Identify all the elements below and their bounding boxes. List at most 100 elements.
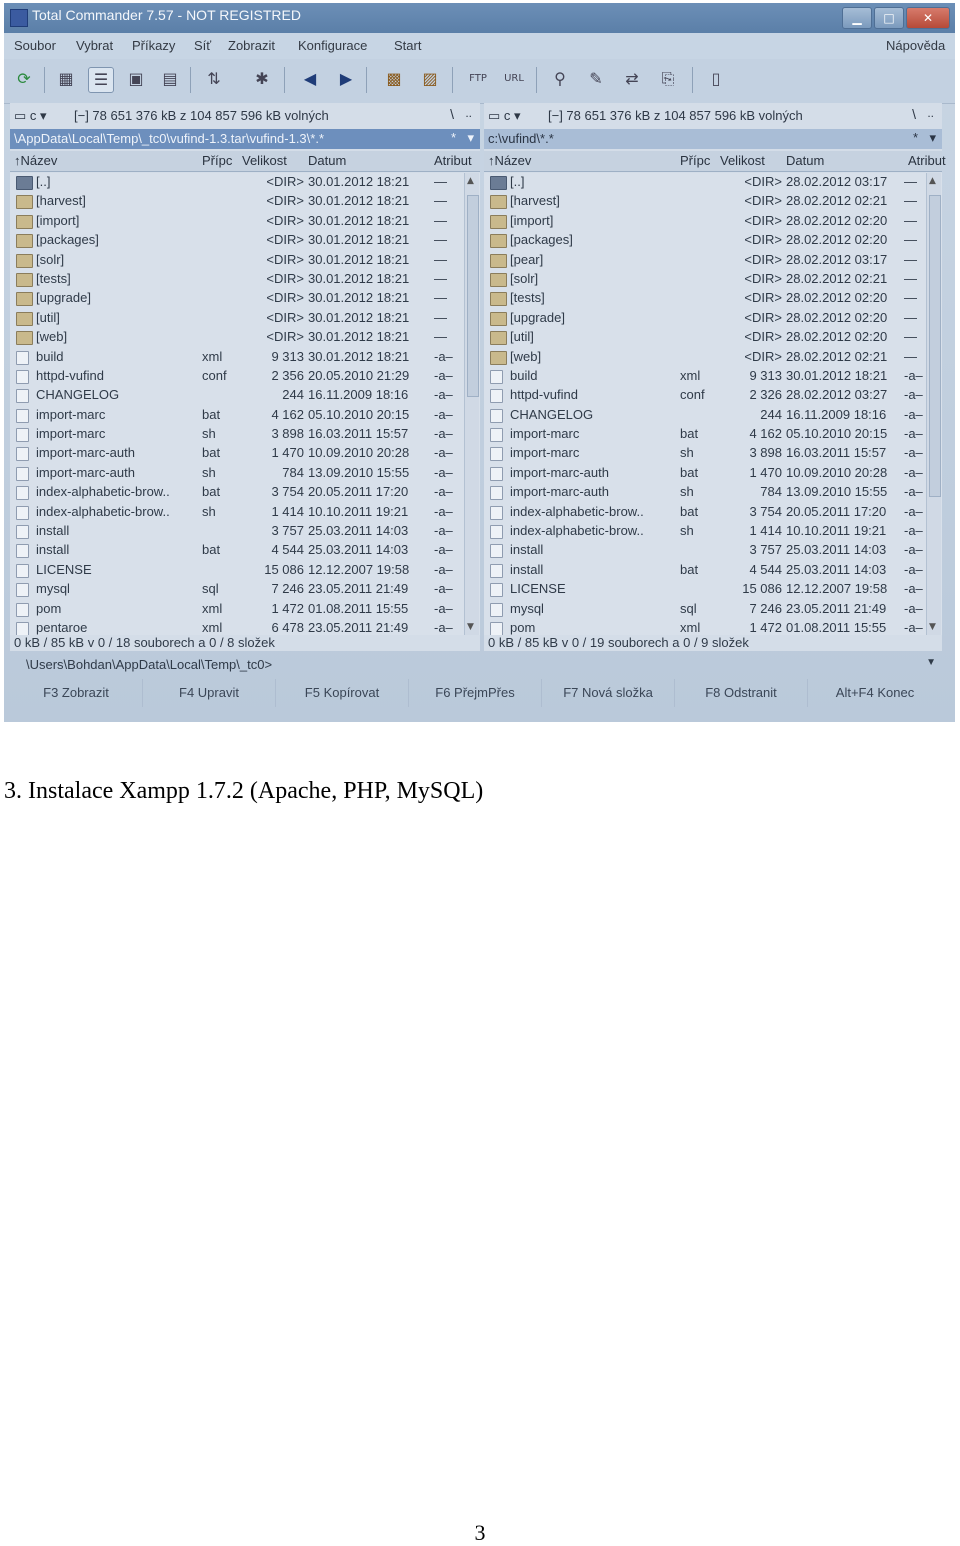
col-ext[interactable]: Přípc bbox=[680, 153, 710, 168]
col-date[interactable]: Datum bbox=[786, 153, 824, 168]
file-row[interactable]: [harvest] <DIR> 30.01.2012 18:21 — bbox=[10, 192, 480, 211]
col-name[interactable]: ↑Název bbox=[14, 153, 57, 168]
file-row[interactable]: [util] <DIR> 30.01.2012 18:21 — bbox=[10, 309, 480, 328]
left-scrollbar[interactable]: ▲ ▼ bbox=[464, 173, 479, 635]
col-date[interactable]: Datum bbox=[308, 153, 346, 168]
f6-move-button[interactable]: F6 PřejmPřes bbox=[409, 679, 542, 707]
left-root-button[interactable]: \ bbox=[450, 106, 454, 122]
file-row[interactable]: install 3 757 25.03.2011 14:03 -a– bbox=[10, 522, 480, 541]
file-row[interactable]: [web] <DIR> 30.01.2012 18:21 — bbox=[10, 328, 480, 347]
unpack-icon[interactable]: ▨ bbox=[418, 67, 442, 91]
file-row[interactable]: [web] <DIR> 28.02.2012 02:21 — bbox=[484, 348, 942, 367]
left-history-button[interactable]: * bbox=[451, 130, 456, 145]
file-row[interactable]: [solr] <DIR> 28.02.2012 02:21 — bbox=[484, 270, 942, 289]
menu-konfigurace[interactable]: Konfigurace bbox=[298, 38, 367, 53]
right-up-button[interactable]: .. bbox=[927, 106, 934, 120]
file-row[interactable]: LICENSE 15 086 12.12.2007 19:58 -a– bbox=[484, 580, 942, 599]
f5-copy-button[interactable]: F5 Kopírovat bbox=[276, 679, 409, 707]
file-row[interactable]: import-marc sh 3 898 16.03.2011 15:57 -a– bbox=[484, 444, 942, 463]
f3-view-button[interactable]: F3 Zobrazit bbox=[10, 679, 143, 707]
refresh-icon[interactable]: ⟳ bbox=[12, 67, 36, 91]
ftp-connect-icon[interactable]: FTP bbox=[466, 67, 490, 91]
col-attr[interactable]: Atribut bbox=[908, 153, 946, 168]
tree-view-icon[interactable]: ▤ bbox=[158, 67, 182, 91]
file-row[interactable]: index-alphabetic-brow.. bat 3 754 20.05.201… bbox=[484, 503, 942, 522]
right-drive-select[interactable]: ▭ c ▾ bbox=[488, 108, 521, 124]
left-path-bar[interactable]: \AppData\Local\Temp\_tc0\vufind-1.3.tar\… bbox=[10, 129, 480, 149]
right-history-button[interactable]: * bbox=[913, 130, 918, 145]
scroll-down-icon[interactable]: ▼ bbox=[929, 622, 936, 632]
right-scroll-thumb[interactable] bbox=[929, 195, 941, 497]
col-ext[interactable]: Přípc bbox=[202, 153, 232, 168]
left-file-list[interactable]: [..] <DIR> 30.01.2012 18:21— [harvest] <DIR>… bbox=[10, 173, 480, 635]
file-row[interactable]: [tests] <DIR> 30.01.2012 18:21 — bbox=[10, 270, 480, 289]
file-row[interactable]: import-marc-auth bat 1 470 10.09.2010 20:28… bbox=[484, 464, 942, 483]
menu-napoveda[interactable]: Nápověda bbox=[886, 38, 945, 53]
scroll-up-icon[interactable]: ▲ bbox=[467, 176, 474, 186]
minimize-button[interactable]: ▁ bbox=[842, 7, 872, 29]
f4-edit-button[interactable]: F4 Upravit bbox=[143, 679, 276, 707]
right-path-bar[interactable]: c:\vufind\*.* * ▾ bbox=[484, 129, 942, 149]
right-root-button[interactable]: \ bbox=[912, 106, 916, 122]
file-row[interactable]: index-alphabetic-brow.. sh 1 414 10.10.2011… bbox=[484, 522, 942, 541]
file-row[interactable]: [import] <DIR> 30.01.2012 18:21 — bbox=[10, 212, 480, 231]
file-row[interactable]: pentaroe xml 6 478 23.05.2011 21:49 -a– bbox=[10, 619, 480, 635]
file-row[interactable]: build xml 9 313 30.01.2012 18:21 -a– bbox=[484, 367, 942, 386]
col-attr[interactable]: Atribut bbox=[434, 153, 472, 168]
f8-delete-button[interactable]: F8 Odstranit bbox=[675, 679, 808, 707]
file-row[interactable]: import-marc sh 3 898 16.03.2011 15:57 -a– bbox=[10, 425, 480, 444]
menu-soubor[interactable]: Soubor bbox=[14, 38, 56, 53]
menu-zobrazit[interactable]: Zobrazit bbox=[228, 38, 275, 53]
file-row[interactable]: import-marc bat 4 162 05.10.2010 20:15 -a– bbox=[10, 406, 480, 425]
file-row[interactable]: import-marc-auth sh 784 13.09.2010 15:55 -a– bbox=[484, 483, 942, 502]
file-row[interactable]: CHANGELOG 244 16.11.2009 18:16 -a– bbox=[484, 406, 942, 425]
file-row[interactable]: httpd-vufind conf 2 356 20.05.2010 21:29 -a– bbox=[10, 367, 480, 386]
file-row[interactable]: index-alphabetic-brow.. sh 1 414 10.10.2011… bbox=[10, 503, 480, 522]
sort-icon[interactable]: ⇅ bbox=[202, 67, 226, 91]
file-row[interactable]: pom xml 1 472 01.08.2011 15:55 -a– bbox=[10, 600, 480, 619]
file-row[interactable]: CHANGELOG 244 16.11.2009 18:16 -a– bbox=[10, 386, 480, 405]
scroll-up-icon[interactable]: ▲ bbox=[929, 176, 936, 186]
file-row[interactable]: [harvest] <DIR> 28.02.2012 02:21 — bbox=[484, 192, 942, 211]
file-row[interactable]: install bat 4 544 25.03.2011 14:03 -a– bbox=[10, 541, 480, 560]
left-scroll-thumb[interactable] bbox=[467, 195, 479, 397]
right-path-dropdown-icon[interactable]: ▾ bbox=[929, 130, 936, 146]
scroll-down-icon[interactable]: ▼ bbox=[467, 622, 474, 632]
file-row[interactable]: [pear] <DIR> 28.02.2012 03:17 — bbox=[484, 251, 942, 270]
url-connect-icon[interactable]: URL bbox=[502, 67, 526, 91]
file-row[interactable]: [util] <DIR> 28.02.2012 02:20 — bbox=[484, 328, 942, 347]
file-row[interactable]: build xml 9 313 30.01.2012 18:21 -a– bbox=[10, 348, 480, 367]
thumbnail-view-icon[interactable]: ▣ bbox=[124, 67, 148, 91]
back-icon[interactable]: ◀ bbox=[298, 67, 322, 91]
rename-icon[interactable]: ✎ bbox=[584, 67, 608, 91]
file-row[interactable]: import-marc bat 4 162 05.10.2010 20:15 -a– bbox=[484, 425, 942, 444]
left-path-dropdown-icon[interactable]: ▾ bbox=[467, 130, 474, 146]
file-row[interactable]: pom xml 1 472 01.08.2011 15:55 -a– bbox=[484, 619, 942, 635]
col-size[interactable]: Velikost bbox=[720, 153, 765, 168]
command-line-dropdown-icon[interactable]: ▼ bbox=[926, 657, 936, 668]
pack-icon[interactable]: ▩ bbox=[382, 67, 406, 91]
command-line[interactable]: \Users\Bohdan\AppData\Local\Temp\_tc0> ▼ bbox=[10, 653, 942, 675]
file-row[interactable]: [..] <DIR> 28.02.2012 03:17 — bbox=[484, 173, 942, 192]
col-name[interactable]: ↑Název bbox=[488, 153, 531, 168]
file-row[interactable]: mysql sql 7 246 23.05.2011 21:49 -a– bbox=[484, 600, 942, 619]
menu-prikazy[interactable]: Příkazy bbox=[132, 38, 175, 53]
col-size[interactable]: Velikost bbox=[242, 153, 287, 168]
file-row[interactable]: LICENSE 15 086 12.12.2007 19:58 -a– bbox=[10, 561, 480, 580]
close-button[interactable]: ✕ bbox=[906, 7, 950, 29]
right-file-list[interactable]: [..] <DIR> 28.02.2012 03:17— [harvest] <DIR>… bbox=[484, 173, 942, 635]
file-row[interactable]: index-alphabetic-brow.. bat 3 754 20.05.201… bbox=[10, 483, 480, 502]
sync-dirs-icon[interactable]: ⇄ bbox=[620, 67, 644, 91]
menu-sit[interactable]: Síť bbox=[194, 38, 211, 53]
forward-icon[interactable]: ▶ bbox=[334, 67, 358, 91]
file-row[interactable]: import-marc-auth sh 784 13.09.2010 15:55 -a– bbox=[10, 464, 480, 483]
file-row[interactable]: [upgrade] <DIR> 30.01.2012 18:21 — bbox=[10, 289, 480, 308]
notepad-icon[interactable]: ▯ bbox=[704, 67, 728, 91]
menu-start[interactable]: Start bbox=[394, 38, 421, 53]
invert-selection-icon[interactable]: ✱ bbox=[250, 67, 274, 91]
brief-view-icon[interactable]: ▦ bbox=[54, 67, 78, 91]
left-up-button[interactable]: .. bbox=[465, 106, 472, 120]
file-row[interactable]: [upgrade] <DIR> 28.02.2012 02:20 — bbox=[484, 309, 942, 328]
left-drive-select[interactable]: ▭ c ▾ bbox=[14, 108, 47, 124]
file-row[interactable]: httpd-vufind conf 2 326 28.02.2012 03:27 -a– bbox=[484, 386, 942, 405]
